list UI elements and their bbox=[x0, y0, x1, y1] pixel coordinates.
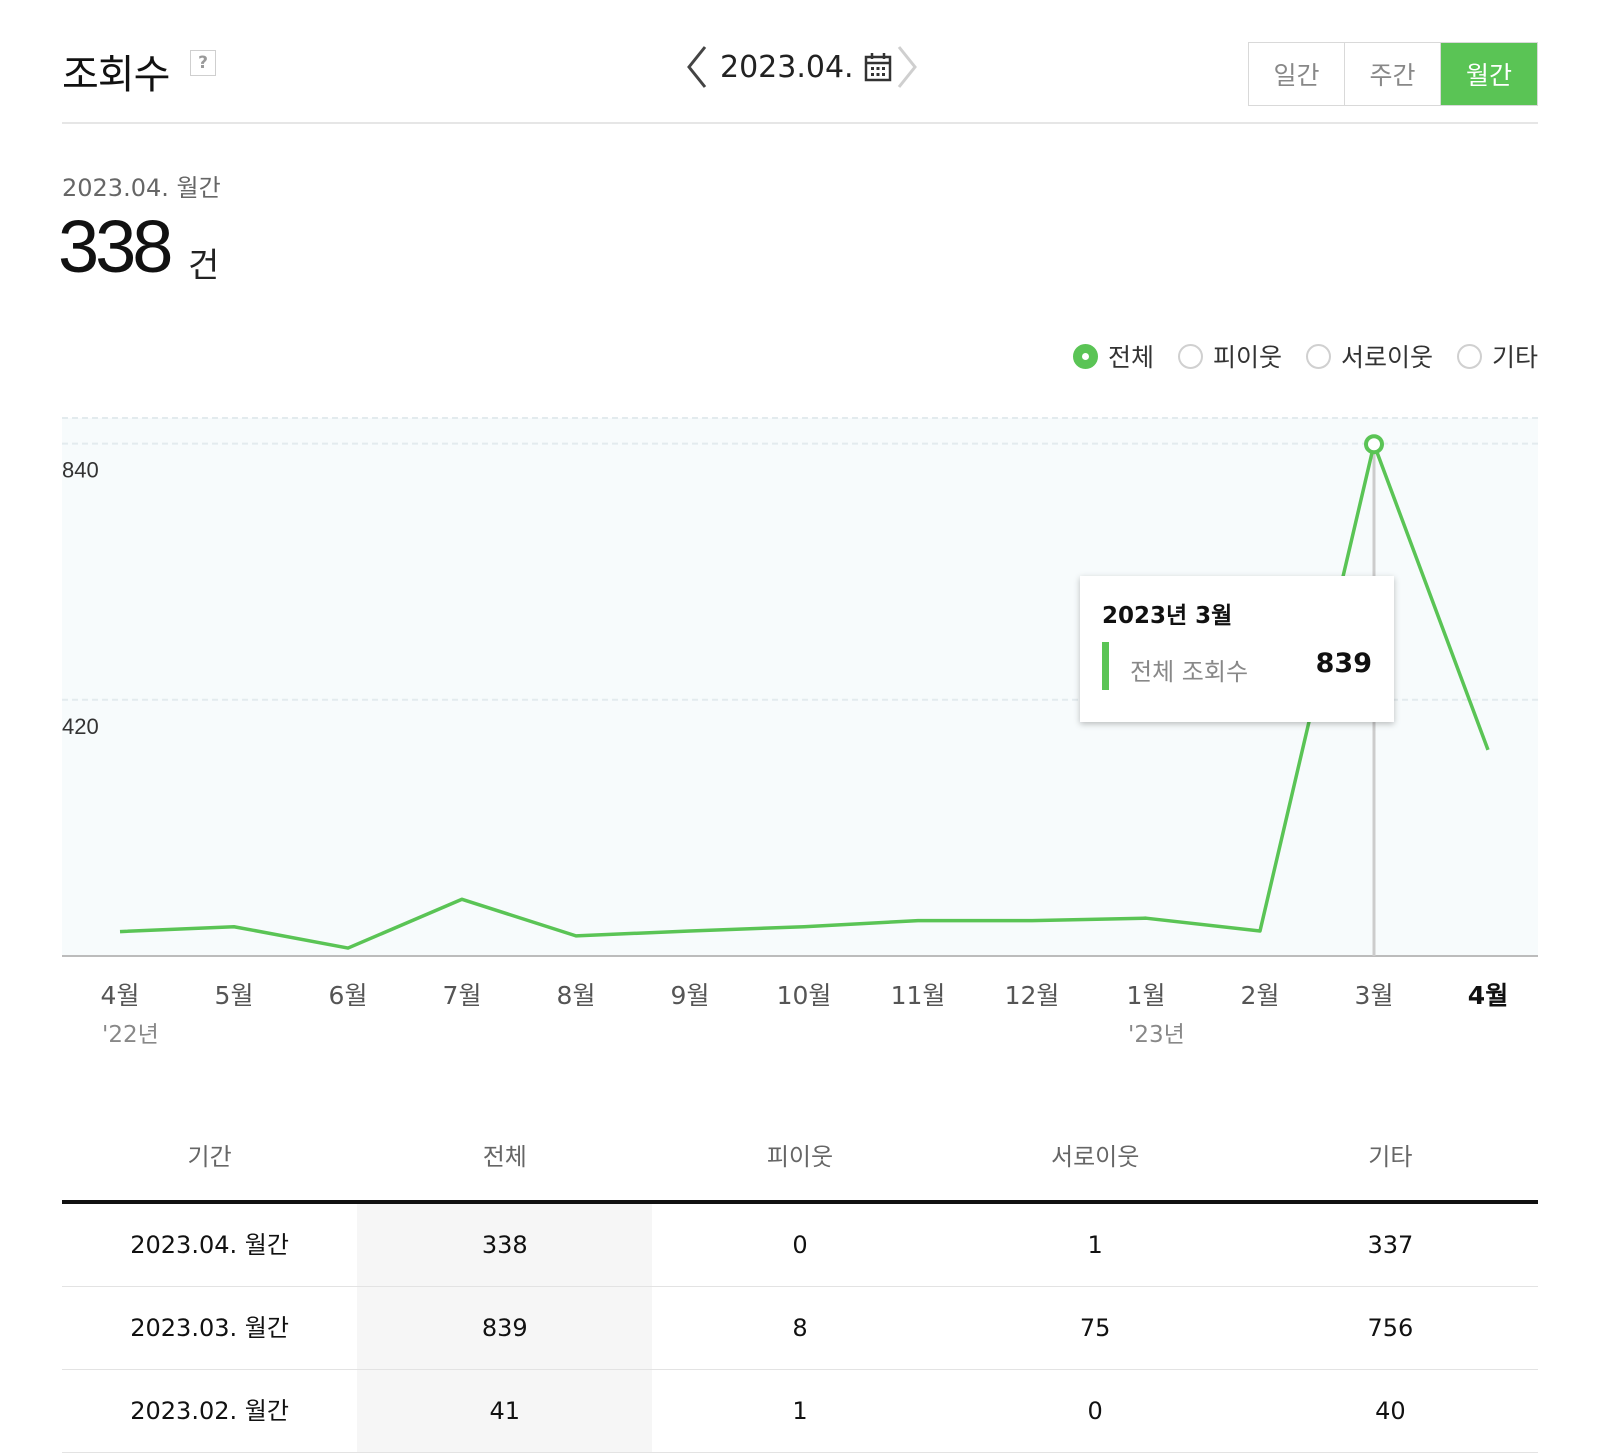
cell-neighbor: 1 bbox=[792, 1397, 808, 1425]
filter-group: 전체 피이웃 서로이웃 기타 bbox=[1049, 338, 1538, 374]
cell-mutual: 1 bbox=[1087, 1231, 1103, 1259]
cell-other: 756 bbox=[1367, 1314, 1414, 1342]
page-title: 조회수 bbox=[62, 52, 170, 98]
x-tick-label: 9월 bbox=[671, 981, 710, 1010]
x-tick-label: 4월 bbox=[1468, 981, 1508, 1010]
tooltip-series-marker bbox=[1102, 642, 1109, 690]
cell-other: 337 bbox=[1367, 1231, 1414, 1259]
y-tick-label: 840 bbox=[62, 458, 99, 483]
calendar-icon[interactable] bbox=[864, 52, 892, 82]
y-tick-label: 420 bbox=[62, 714, 99, 739]
summary-unit: 건 bbox=[188, 246, 220, 286]
cell-neighbor: 0 bbox=[792, 1231, 808, 1259]
column-header-total: 전체 bbox=[482, 1143, 527, 1171]
cell-mutual: 75 bbox=[1079, 1314, 1111, 1342]
column-header-other: 기타 bbox=[1368, 1143, 1413, 1171]
column-header-neighbor: 피이웃 bbox=[766, 1143, 834, 1171]
views-line-chart[interactable]: 420 840 4월 '22년 5월 6월 7월 8월 9월 10월 11월 12월 1월 '23년 2월 3… bbox=[62, 400, 1538, 1100]
filter-mutual-neighbor[interactable]: 서로이웃 bbox=[1305, 338, 1433, 374]
x-tick-label: 8월 bbox=[557, 981, 596, 1010]
filter-label: 피이웃 bbox=[1212, 343, 1282, 372]
cell-period: 2023.03. 월간 bbox=[130, 1314, 289, 1342]
column-header-period: 기간 bbox=[187, 1143, 232, 1171]
radio-icon bbox=[1456, 343, 1482, 369]
x-tick-label: 10월 bbox=[777, 981, 832, 1010]
cell-mutual: 0 bbox=[1087, 1397, 1103, 1425]
x-tick-label: 11월 bbox=[891, 981, 946, 1010]
filter-label: 서로이웃 bbox=[1340, 343, 1433, 372]
tab-daily[interactable]: 일간 bbox=[1249, 43, 1345, 105]
cell-total: 338 bbox=[357, 1204, 653, 1286]
cell-total: 839 bbox=[357, 1287, 653, 1369]
tooltip-title: 2023년 3월 bbox=[1102, 603, 1233, 629]
tooltip-value: 839 bbox=[1315, 648, 1372, 679]
data-point bbox=[1364, 434, 1384, 455]
tooltip-label: 전체 조회수 bbox=[1130, 658, 1249, 686]
radio-checked-icon bbox=[1072, 343, 1098, 369]
x-tick-label: 12월 bbox=[1005, 981, 1060, 1010]
chevron-right-icon bbox=[897, 46, 917, 88]
summary-period: 2023.04. 월간 bbox=[62, 174, 221, 202]
filter-other[interactable]: 기타 bbox=[1456, 338, 1538, 374]
table-row: 2023.02. 월간 41 1 0 40 bbox=[62, 1370, 1538, 1453]
current-date-label: 2023.04. bbox=[720, 49, 854, 85]
prev-month-button[interactable] bbox=[682, 44, 712, 90]
header: 조회수 ? 2023.04. 일간 주간 월간 bbox=[62, 0, 1538, 124]
chevron-left-icon bbox=[687, 46, 707, 88]
stats-table: 기간 전체 피이웃 서로이웃 기타 2023.04. 월간 338 0 1 33… bbox=[62, 1140, 1538, 1453]
x-tick-label: 3월 bbox=[1355, 981, 1394, 1010]
help-icon[interactable]: ? bbox=[190, 50, 216, 76]
table-row: 2023.03. 월간 839 8 75 756 bbox=[62, 1287, 1538, 1370]
summary-value: 338 bbox=[58, 205, 173, 288]
next-month-button[interactable] bbox=[892, 44, 922, 90]
cell-period: 2023.04. 월간 bbox=[130, 1231, 289, 1259]
x-tick-label: 2월 bbox=[1241, 981, 1280, 1010]
cell-other: 40 bbox=[1375, 1397, 1406, 1425]
x-tick-label: 6월 bbox=[329, 981, 368, 1010]
filter-label: 전체 bbox=[1107, 343, 1154, 372]
cell-period: 2023.02. 월간 bbox=[130, 1397, 289, 1425]
cell-total: 41 bbox=[357, 1370, 653, 1452]
x-tick-label: 5월 bbox=[215, 981, 254, 1010]
radio-icon bbox=[1305, 343, 1331, 369]
x-year-label: '22년 bbox=[102, 1022, 159, 1048]
radio-icon bbox=[1177, 343, 1203, 369]
table-row: 2023.04. 월간 338 0 1 337 bbox=[62, 1204, 1538, 1287]
cell-neighbor: 8 bbox=[792, 1314, 808, 1342]
tab-weekly[interactable]: 주간 bbox=[1345, 43, 1441, 105]
x-tick-label: 1월 bbox=[1127, 981, 1166, 1010]
x-tick-label: 7월 bbox=[443, 981, 482, 1010]
x-tick-label: 4월 bbox=[101, 981, 140, 1010]
table-header: 기간 전체 피이웃 서로이웃 기타 bbox=[62, 1140, 1538, 1204]
date-navigator: 2023.04. bbox=[682, 44, 922, 90]
filter-label: 기타 bbox=[1491, 343, 1538, 372]
x-year-label: '23년 bbox=[1128, 1022, 1185, 1048]
period-tabs: 일간 주간 월간 bbox=[1248, 42, 1538, 106]
filter-all[interactable]: 전체 bbox=[1072, 338, 1154, 374]
filter-neighbor[interactable]: 피이웃 bbox=[1177, 338, 1282, 374]
tab-monthly[interactable]: 월간 bbox=[1441, 43, 1537, 105]
column-header-mutual: 서로이웃 bbox=[1050, 1143, 1140, 1171]
chart-tooltip: 2023년 3월 전체 조회수 839 bbox=[1080, 576, 1394, 722]
